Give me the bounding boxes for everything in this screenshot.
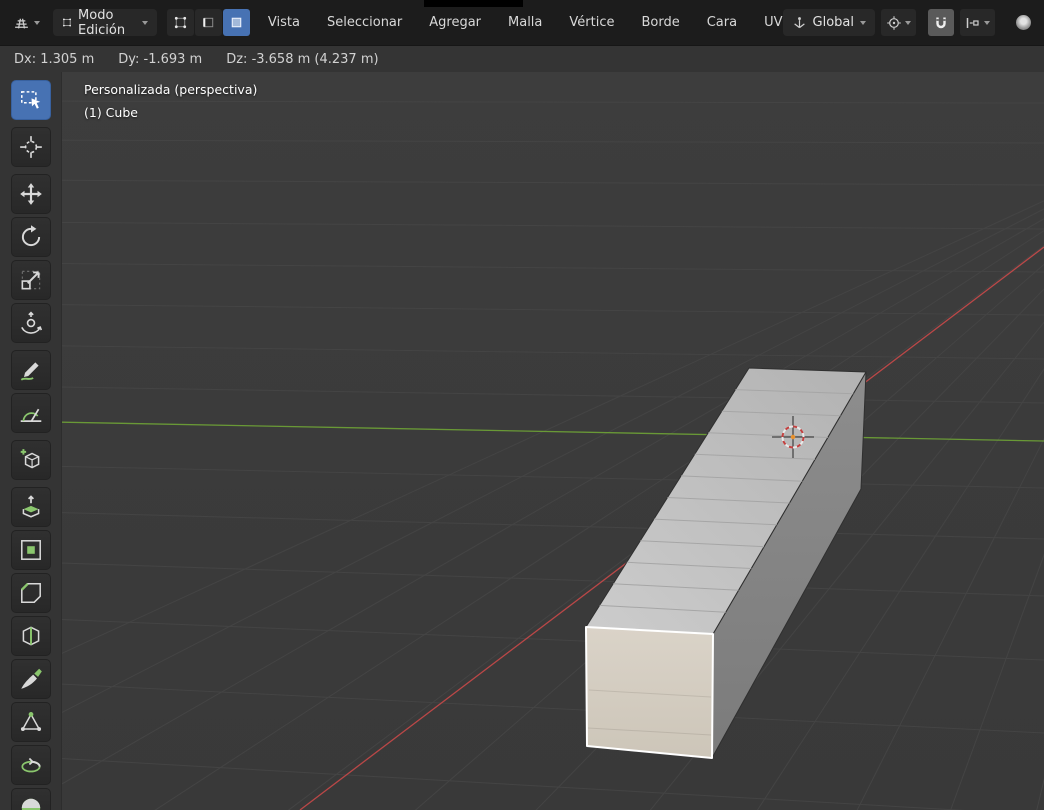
tool-rotate[interactable]: [11, 217, 51, 257]
tool-scale[interactable]: [11, 260, 51, 300]
transform-orientation-dropdown[interactable]: Global: [782, 9, 875, 36]
tool-select-box[interactable]: [11, 80, 51, 120]
tool-loop-cut[interactable]: [11, 616, 51, 656]
menu-uv[interactable]: UV: [764, 15, 782, 30]
cursor-3d-icon: [20, 136, 42, 158]
selection-median-dot: [790, 434, 796, 440]
rotate-icon: [21, 225, 41, 247]
mode-selector[interactable]: Modo Edición: [53, 7, 157, 38]
tool-bevel[interactable]: [11, 573, 51, 613]
chevron-down-icon: [34, 20, 40, 25]
chevron-down-icon: [905, 20, 911, 25]
menu-vista[interactable]: Vista: [268, 15, 300, 30]
chevron-down-icon: [984, 20, 990, 25]
add-cube-icon: [20, 449, 40, 469]
tool-shelf: [0, 72, 62, 810]
mode-label: Modo Edición: [78, 7, 126, 38]
snap-target-icon: [966, 17, 979, 28]
tool-transform[interactable]: [11, 303, 51, 343]
extrude-region-icon: [22, 495, 40, 518]
tool-move[interactable]: [11, 174, 51, 214]
snap-settings-dropdown[interactable]: [960, 9, 995, 36]
edge-select-button[interactable]: [194, 9, 222, 36]
snap-toggle-button[interactable]: [928, 9, 954, 36]
inset-faces-icon: [21, 540, 41, 560]
editor-type-selector[interactable]: [8, 10, 45, 35]
tool-poly-build[interactable]: [11, 702, 51, 742]
vertex-select-icon: [174, 16, 187, 29]
tool-smooth[interactable]: [11, 788, 51, 810]
delta-x-readout: Dx: 1.305 m: [14, 51, 95, 67]
move-icon: [20, 183, 42, 205]
poly-build-icon: [20, 712, 42, 731]
viewport-scene: [0, 72, 1044, 810]
measure-icon: [20, 408, 42, 422]
transform-icon: [21, 311, 43, 334]
annotate-pencil-icon: [20, 362, 39, 381]
mesh-select-mode-group: [166, 9, 250, 36]
menu-cara[interactable]: Cara: [707, 15, 737, 30]
tool-inset-faces[interactable]: [11, 530, 51, 570]
spin-icon: [21, 757, 41, 773]
bevel-icon: [20, 582, 41, 603]
view-name-label: Personalizada (perspectiva): [84, 82, 258, 97]
select-box-icon: [21, 91, 41, 109]
transform-readout-bar: Dx: 1.305 m Dy: -1.693 m Dz: -3.658 m (4…: [0, 45, 1044, 72]
menu-vertice[interactable]: Vértice: [569, 15, 614, 30]
menu-agregar[interactable]: Agregar: [429, 15, 481, 30]
window-top-artifact: [424, 0, 523, 7]
tool-extrude-region[interactable]: [11, 487, 51, 527]
delta-y-readout: Dy: -1.693 m: [118, 51, 203, 67]
orientation-axes-icon: [793, 17, 805, 29]
viewport-3d[interactable]: Personalizada (perspectiva) (1) Cube: [0, 72, 1044, 810]
header-right-cluster: Global: [782, 9, 1036, 36]
menu-seleccionar[interactable]: Seleccionar: [327, 15, 402, 30]
menu-bar: Vista Seleccionar Agregar Malla Vértice …: [268, 15, 783, 30]
tool-measure[interactable]: [11, 393, 51, 433]
delta-z-readout: Dz: -3.658 m (4.237 m): [226, 51, 379, 67]
face-select-icon: [231, 17, 242, 28]
menu-borde[interactable]: Borde: [641, 15, 679, 30]
active-object-label: (1) Cube: [84, 105, 138, 120]
loop-cut-icon: [22, 626, 40, 646]
proportional-editing-icon: [1016, 15, 1031, 30]
smooth-icon: [21, 798, 41, 810]
magnet-icon: [936, 17, 946, 28]
knife-icon: [21, 668, 42, 689]
tool-spin[interactable]: [11, 745, 51, 785]
tool-annotate[interactable]: [11, 350, 51, 390]
orientation-label: Global: [812, 15, 854, 30]
cube-selected-front-face[interactable]: [585, 626, 714, 759]
vertex-select-button[interactable]: [166, 9, 194, 36]
tool-add-cube[interactable]: [11, 440, 51, 480]
pivot-point-icon: [887, 15, 901, 30]
face-select-button[interactable]: [222, 9, 250, 36]
edge-select-icon: [203, 17, 214, 28]
chevron-down-icon: [860, 20, 866, 25]
tool-cursor[interactable]: [11, 127, 51, 167]
edit-mode-cube-icon: [63, 18, 71, 27]
pivot-point-dropdown[interactable]: [881, 9, 916, 36]
scale-icon: [21, 270, 41, 290]
chevron-down-icon: [141, 20, 148, 25]
proportional-editing-toggle[interactable]: [1011, 9, 1036, 36]
menu-malla[interactable]: Malla: [508, 15, 542, 30]
viewport-editor-icon: [15, 18, 28, 29]
tool-knife[interactable]: [11, 659, 51, 699]
